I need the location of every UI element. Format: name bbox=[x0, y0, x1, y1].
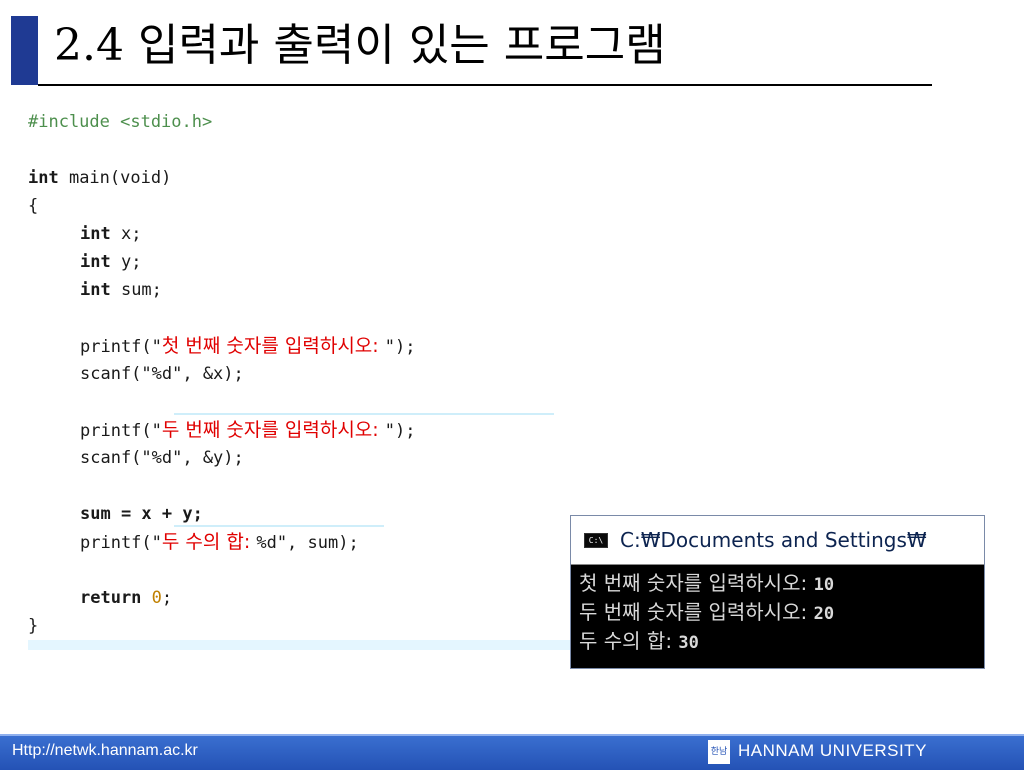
code-line: int main(void) bbox=[28, 164, 171, 192]
code-text: y; bbox=[110, 252, 142, 272]
console-output: 첫 번째 숫자를 입력하시오: 10 두 번째 숫자를 입력하시오: 20 두 … bbox=[571, 565, 984, 656]
code-line: sum = x + y; bbox=[80, 500, 203, 528]
code-highlight-line bbox=[174, 525, 384, 527]
console-window-icon: C:\ bbox=[584, 532, 608, 548]
code-text: printf(" bbox=[80, 533, 162, 553]
code-keyword: int bbox=[80, 252, 111, 272]
code-korean-string: 두 번째 숫자를 입력하시오: bbox=[161, 419, 385, 441]
code-text: %d", sum); bbox=[256, 533, 359, 553]
code-keyword: return bbox=[80, 588, 142, 608]
code-keyword: int bbox=[28, 168, 59, 188]
console-title: C:₩Documents and Settings₩ bbox=[620, 528, 927, 552]
console-line: 첫 번째 숫자를 입력하시오: 10 bbox=[579, 569, 984, 598]
console-value: 10 bbox=[813, 575, 835, 595]
code-text: } bbox=[28, 616, 39, 636]
code-line: return 0; bbox=[80, 584, 172, 612]
console-titlebar[interactable]: C:\ C:₩Documents and Settings₩ bbox=[571, 516, 984, 565]
code-text: "); bbox=[384, 337, 416, 357]
console-line: 두 번째 숫자를 입력하시오: 20 bbox=[579, 598, 984, 627]
console-value: 30 bbox=[678, 633, 699, 653]
code-line: int x; bbox=[80, 220, 141, 248]
code-keyword: int bbox=[80, 280, 111, 300]
code-text: scanf("%d", &x); bbox=[80, 364, 244, 384]
university-logo-icon: 한남 bbox=[708, 740, 730, 764]
code-keyword: int bbox=[80, 224, 111, 244]
code-text: main(void) bbox=[58, 168, 172, 188]
code-text: printf(" bbox=[80, 421, 162, 441]
code-text: x; bbox=[110, 224, 142, 244]
code-line: scanf("%d", &x); bbox=[80, 360, 244, 388]
title-divider bbox=[38, 84, 932, 86]
console-prompt: 두 수의 합: bbox=[579, 629, 679, 653]
code-line: #include <stdio.h> bbox=[28, 108, 212, 136]
code-line: int y; bbox=[80, 248, 141, 276]
code-line: printf("두 번째 숫자를 입력하시오: "); bbox=[80, 416, 415, 444]
title-accent-bar bbox=[11, 16, 38, 85]
code-line: scanf("%d", &y); bbox=[80, 444, 244, 472]
code-line: } bbox=[28, 612, 38, 640]
code-korean-string: 두 수의 합: bbox=[161, 531, 257, 553]
code-number: 0 bbox=[151, 588, 162, 608]
slide-title: 2.4 입력과 출력이 있는 프로그램 bbox=[54, 20, 666, 71]
console-line: 두 수의 합: 30 bbox=[579, 627, 984, 656]
code-line: printf("두 수의 합: %d", sum); bbox=[80, 528, 359, 556]
code-highlight-line bbox=[174, 413, 554, 415]
code-preprocessor: #include <stdio.h> bbox=[28, 112, 213, 132]
code-text: sum = x + y; bbox=[80, 504, 203, 524]
code-text: "); bbox=[384, 421, 416, 441]
code-text: printf(" bbox=[80, 337, 162, 357]
code-line: { bbox=[28, 192, 38, 220]
code-text: sum; bbox=[110, 280, 162, 300]
footer-url-link[interactable]: Http://netwk.hannam.ac.kr bbox=[12, 742, 198, 760]
console-window[interactable]: C:\ C:₩Documents and Settings₩ 첫 번째 숫자를 … bbox=[570, 515, 985, 669]
code-text: ; bbox=[161, 588, 173, 608]
console-prompt: 첫 번째 숫자를 입력하시오: bbox=[579, 571, 814, 595]
code-text: { bbox=[28, 196, 39, 216]
code-line: int sum; bbox=[80, 276, 162, 304]
code-korean-string: 첫 번째 숫자를 입력하시오: bbox=[161, 335, 385, 357]
code-highlight-stripe bbox=[28, 640, 573, 650]
code-panel: #include <stdio.h> int main(void) { int … bbox=[28, 104, 588, 654]
slide-footer: Http://netwk.hannam.ac.kr 한남 HANNAM UNIV… bbox=[0, 734, 1024, 770]
footer-university-name: HANNAM UNIVERSITY bbox=[738, 741, 927, 760]
console-value: 20 bbox=[813, 604, 835, 624]
console-prompt: 두 번째 숫자를 입력하시오: bbox=[579, 600, 814, 624]
code-line: printf("첫 번째 숫자를 입력하시오: "); bbox=[80, 332, 415, 360]
code-text: scanf("%d", &y); bbox=[80, 448, 244, 468]
